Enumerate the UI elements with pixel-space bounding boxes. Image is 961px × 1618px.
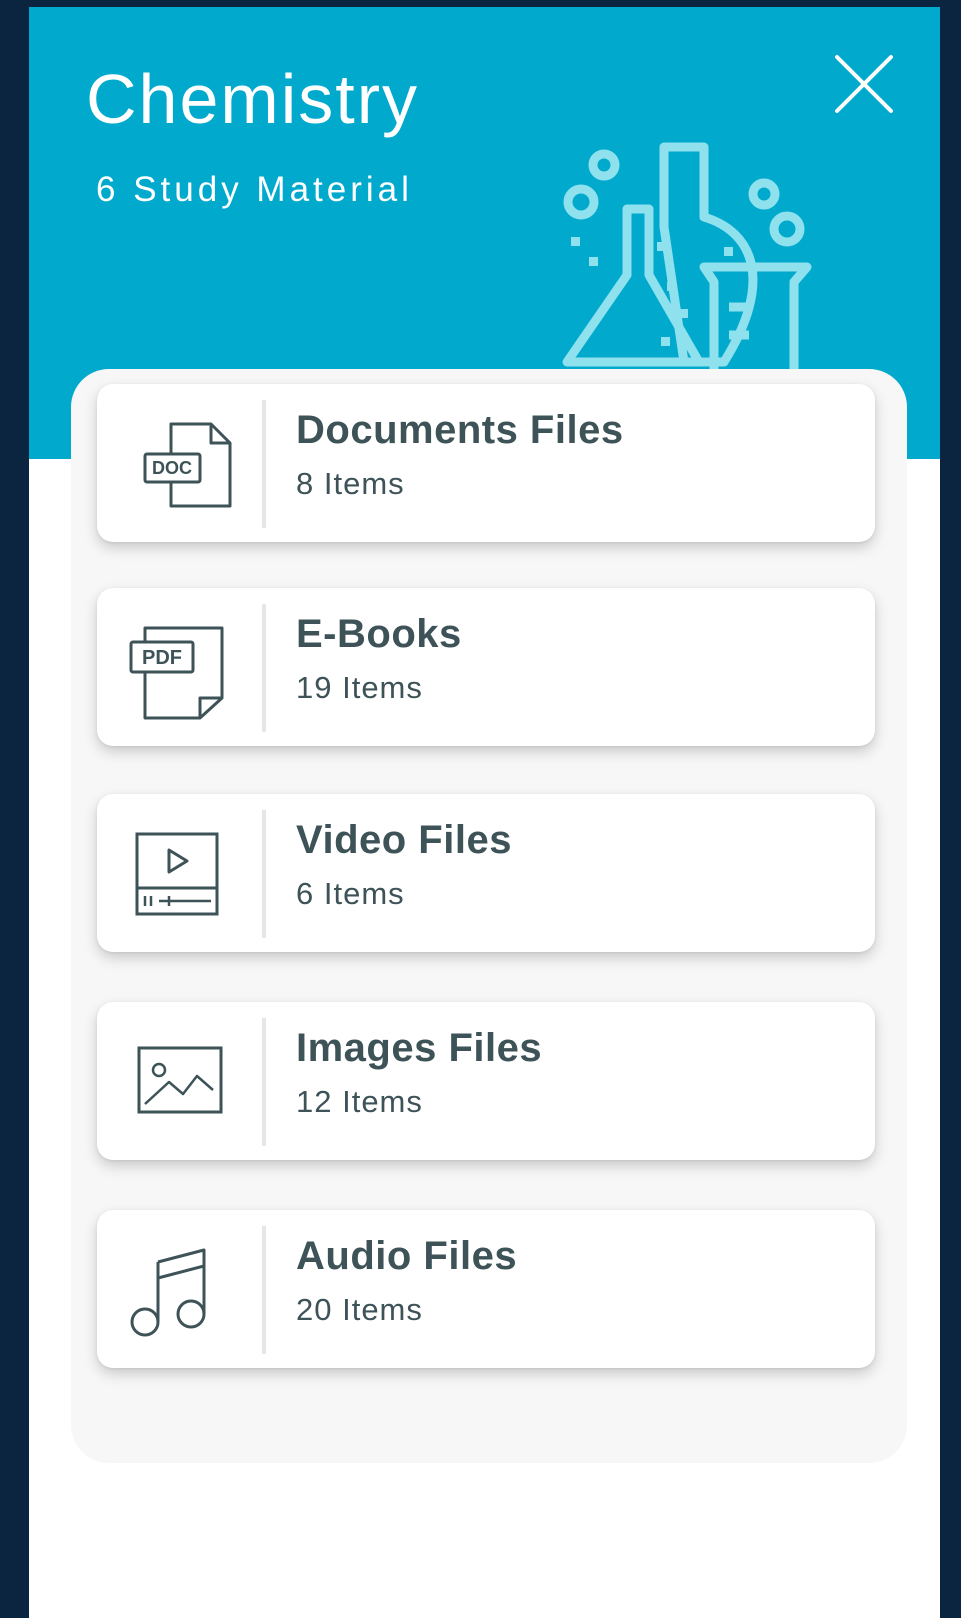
card-divider xyxy=(262,1018,266,1146)
category-card-video[interactable]: Video Files 6 Items xyxy=(97,794,875,952)
card-divider xyxy=(262,810,266,938)
category-count: 19 Items xyxy=(296,670,423,705)
category-card-audio[interactable]: Audio Files 20 Items xyxy=(97,1210,875,1368)
close-icon[interactable] xyxy=(829,49,899,119)
image-icon xyxy=(137,1046,223,1114)
card-divider xyxy=(262,604,266,732)
app-screen: Chemistry 6 Study Material DOC Documents… xyxy=(29,7,940,1618)
category-card-documents[interactable]: DOC Documents Files 8 Items xyxy=(97,384,875,542)
category-label: Documents Files xyxy=(296,408,624,452)
category-label: Images Files xyxy=(296,1026,543,1070)
category-count: 8 Items xyxy=(296,466,405,501)
category-count: 20 Items xyxy=(296,1292,423,1327)
category-card-images[interactable]: Images Files 12 Items xyxy=(97,1002,875,1160)
lab-flasks-illustration xyxy=(562,142,812,377)
category-label: E-Books xyxy=(296,612,462,656)
card-divider xyxy=(262,400,266,528)
doc-file-icon: DOC xyxy=(143,422,232,508)
card-divider xyxy=(262,1226,266,1354)
study-material-count: 6 Study Material xyxy=(96,170,413,209)
video-player-icon xyxy=(135,832,219,916)
category-label: Audio Files xyxy=(296,1234,518,1278)
category-card-ebooks[interactable]: PDF E-Books 19 Items xyxy=(97,588,875,746)
category-count: 12 Items xyxy=(296,1084,423,1119)
page-title: Chemistry xyxy=(86,60,420,138)
category-label: Video Files xyxy=(296,818,512,862)
music-note-icon xyxy=(130,1248,206,1337)
category-count: 6 Items xyxy=(296,876,405,911)
svg-text:DOC: DOC xyxy=(152,458,192,478)
svg-text:PDF: PDF xyxy=(142,647,182,669)
pdf-file-icon: PDF xyxy=(129,626,224,720)
